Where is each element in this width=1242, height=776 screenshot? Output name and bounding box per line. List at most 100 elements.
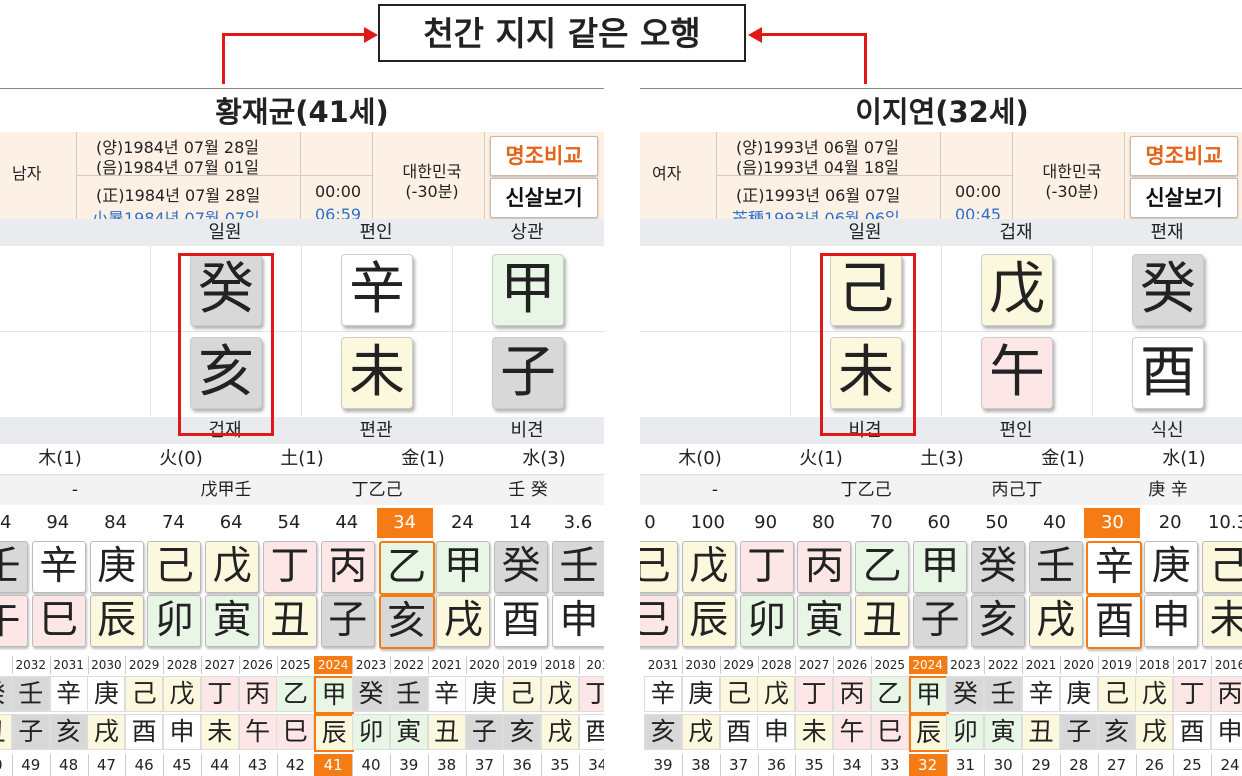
yearly-branch[interactable]: 酉 (578, 714, 604, 750)
yearly-branch[interactable]: 亥 (49, 714, 88, 750)
daeun-branch[interactable]: 戌 (1028, 595, 1083, 647)
yearly-stem[interactable]: 乙 (276, 676, 315, 712)
yearly-branch[interactable]: 辰 (314, 714, 355, 752)
yearly-branch[interactable]: 寅 (984, 714, 1023, 750)
yearly-branch[interactable]: 巳 (870, 714, 909, 750)
yearly-stem[interactable]: 辛 (427, 676, 466, 712)
daeun-branch[interactable]: 子 (320, 595, 375, 647)
yearly-stem[interactable]: 庚 (465, 676, 504, 712)
yearly-branch[interactable]: 辰 (908, 714, 949, 752)
yearly-branch[interactable]: 午 (833, 714, 871, 750)
daeun-branch[interactable]: 丑 (855, 595, 910, 647)
heavenly-stem-3[interactable]: 癸 (1132, 254, 1204, 326)
heavenly-stem-1[interactable]: 癸 (190, 254, 262, 326)
yearly-branch[interactable]: 卯 (352, 714, 390, 750)
yearly-branch[interactable]: 寅 (389, 714, 428, 750)
daeun-stem[interactable]: 甲 (913, 541, 967, 593)
daeun-branch[interactable]: 亥 (970, 595, 1025, 647)
heavenly-stem-2[interactable]: 戊 (981, 254, 1053, 326)
heavenly-stem-3[interactable]: 甲 (492, 254, 564, 326)
yearly-stem[interactable]: 丙 (238, 676, 277, 712)
daeun-stem[interactable]: 辛 (1086, 541, 1143, 595)
yearly-branch[interactable]: 未 (795, 714, 834, 750)
yearly-stem[interactable]: 壬 (389, 676, 428, 712)
yearly-stem[interactable]: 己 (125, 676, 164, 712)
daeun-stem[interactable]: 丙 (320, 541, 375, 593)
yearly-stem[interactable]: 壬 (11, 676, 50, 712)
daeun-stem[interactable]: 辛 (31, 541, 86, 593)
yearly-branch[interactable]: 子 (465, 714, 504, 750)
yearly-stem[interactable]: 甲 (908, 676, 949, 714)
daeun-stem[interactable]: 癸 (970, 541, 1025, 593)
yearly-branch[interactable]: 申 (163, 714, 201, 750)
daeun-stem[interactable]: 己 (1202, 541, 1242, 593)
daeun-stem[interactable]: 己 (147, 541, 202, 593)
yearly-branch[interactable]: 酉 (125, 714, 164, 750)
yearly-branch[interactable]: 午 (238, 714, 277, 750)
yearly-branch[interactable]: 亥 (644, 714, 682, 750)
daeun-branch[interactable]: 申 (552, 595, 604, 647)
yearly-stem[interactable]: 己 (1097, 676, 1136, 712)
yearly-stem[interactable]: 癸 (352, 676, 390, 712)
yearly-branch[interactable]: 戌 (681, 714, 720, 750)
earthly-branch-2[interactable]: 未 (341, 337, 413, 409)
yearly-stem[interactable]: 戊 (757, 676, 796, 712)
yearly-stem[interactable]: 丙 (833, 676, 871, 712)
daeun-stem[interactable]: 乙 (378, 541, 435, 595)
earthly-branch-3[interactable]: 子 (492, 337, 564, 409)
daeun-stem[interactable]: 己 (640, 541, 678, 593)
yearly-branch[interactable]: 戌 (87, 714, 126, 750)
earthly-branch-3[interactable]: 酉 (1132, 337, 1204, 409)
daeun-stem[interactable]: 庚 (89, 541, 144, 593)
yearly-stem[interactable]: 戊 (163, 676, 201, 712)
daeun-branch[interactable]: 酉 (494, 595, 549, 647)
yearly-stem[interactable]: 壬 (984, 676, 1023, 712)
heavenly-stem-2[interactable]: 辛 (341, 254, 413, 326)
yearly-branch[interactable]: 亥 (1097, 714, 1136, 750)
yearly-branch[interactable]: 申 (1211, 714, 1242, 750)
yearly-branch[interactable]: 戌 (541, 714, 579, 750)
daeun-stem[interactable]: 丁 (263, 541, 317, 593)
yearly-stem[interactable]: 辛 (644, 676, 682, 712)
daeun-stem[interactable]: 壬 (1028, 541, 1083, 593)
yearly-branch[interactable]: 子 (11, 714, 50, 750)
yearly-branch[interactable]: 丑 (427, 714, 466, 750)
earthly-branch-2[interactable]: 午 (981, 337, 1053, 409)
daeun-branch[interactable]: 未 (1202, 595, 1242, 647)
yearly-branch[interactable]: 巳 (276, 714, 315, 750)
daeun-branch[interactable]: 卯 (739, 595, 794, 647)
yearly-stem[interactable]: 辛 (1022, 676, 1060, 712)
daeun-branch[interactable]: 申 (1144, 595, 1199, 647)
yearly-branch[interactable]: 戌 (1135, 714, 1174, 750)
yearly-stem[interactable]: 庚 (1059, 676, 1098, 712)
yearly-branch[interactable]: 申 (757, 714, 796, 750)
yearly-branch[interactable]: 卯 (946, 714, 985, 750)
daeun-branch[interactable]: 巳 (31, 595, 86, 647)
earthly-branch-1[interactable]: 未 (830, 337, 902, 409)
compare-button[interactable]: 명조비교 (1130, 136, 1238, 176)
daeun-branch[interactable]: 巳 (640, 595, 678, 647)
daeun-stem[interactable]: 癸 (494, 541, 549, 593)
yearly-stem[interactable]: 丁 (1173, 676, 1212, 712)
yearly-branch[interactable]: 子 (1059, 714, 1098, 750)
yearly-stem[interactable]: 甲 (314, 676, 355, 714)
yearly-stem[interactable]: 癸 (0, 676, 12, 712)
daeun-stem[interactable]: 丙 (797, 541, 852, 593)
daeun-branch[interactable]: 午 (0, 595, 28, 647)
yearly-branch[interactable]: 亥 (503, 714, 542, 750)
heavenly-stem-1[interactable]: 己 (830, 254, 902, 326)
daeun-branch[interactable]: 寅 (205, 595, 260, 647)
sinsal-button[interactable]: 신살보기 (490, 178, 598, 218)
daeun-branch[interactable]: 卯 (147, 595, 202, 647)
sinsal-button[interactable]: 신살보기 (1130, 178, 1238, 218)
yearly-stem[interactable]: 丁 (578, 676, 604, 712)
daeun-stem[interactable]: 甲 (436, 541, 491, 593)
daeun-branch[interactable]: 戌 (436, 595, 491, 647)
yearly-stem[interactable]: 己 (503, 676, 542, 712)
daeun-stem[interactable]: 戊 (205, 541, 260, 593)
yearly-stem[interactable]: 庚 (681, 676, 720, 712)
daeun-stem[interactable]: 壬 (0, 541, 28, 593)
yearly-stem[interactable]: 癸 (946, 676, 985, 712)
daeun-branch[interactable]: 丑 (263, 595, 317, 647)
yearly-stem[interactable]: 乙 (870, 676, 909, 712)
